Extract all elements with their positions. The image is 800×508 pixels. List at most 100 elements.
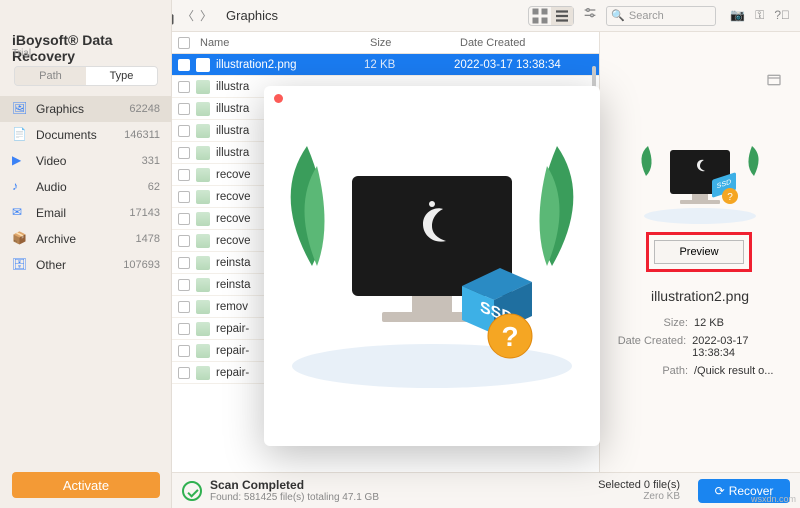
category-count: 1478 — [136, 233, 160, 245]
category-name: Email — [36, 206, 129, 220]
preview-title: illustration2.png — [600, 288, 800, 304]
select-all-checkbox[interactable] — [178, 37, 190, 49]
category-icon: 📄 — [12, 127, 28, 143]
table-row[interactable]: illustration2.png12 KB2022-03-17 13:38:3… — [172, 54, 599, 76]
help-icon[interactable]: ?⃝ — [774, 8, 790, 23]
category-name: Audio — [36, 180, 148, 194]
category-icon: ▶ — [12, 153, 28, 169]
row-checkbox[interactable] — [178, 301, 190, 313]
row-checkbox[interactable] — [178, 169, 190, 181]
nav-forward-icon[interactable]: 〉 — [200, 7, 212, 24]
file-thumb-icon — [196, 124, 210, 138]
category-icon: 📦 — [12, 231, 28, 247]
column-size[interactable]: Size — [370, 37, 460, 49]
file-thumb-icon — [196, 102, 210, 116]
sidebar-item-video[interactable]: ▶Video331 — [0, 148, 172, 174]
sidebar-item-archive[interactable]: 📦 Archive1478 — [0, 226, 172, 252]
status-title: Scan Completed — [210, 478, 379, 492]
app-title: iBoysoft® Data Recovery — [12, 32, 171, 64]
filter-icon[interactable] — [582, 6, 598, 25]
close-icon[interactable] — [274, 94, 283, 103]
status-detail: Found: 581425 file(s) totaling 47.1 GB — [210, 492, 379, 503]
category-count: 17143 — [129, 207, 160, 219]
row-checkbox[interactable] — [178, 235, 190, 247]
meta-path-label: Path: — [608, 365, 688, 377]
meta-path-value: /Quick result o... — [694, 365, 773, 377]
app-subtitle: Trial — [12, 48, 31, 59]
file-thumb-icon — [196, 278, 210, 292]
sidebar-item-email[interactable]: ✉ Email17143 — [0, 200, 172, 226]
activate-button[interactable]: Activate — [12, 472, 160, 498]
file-thumb-icon — [196, 366, 210, 380]
row-checkbox[interactable] — [178, 125, 190, 137]
grid-view-icon[interactable] — [529, 7, 551, 25]
row-checkbox[interactable] — [178, 279, 190, 291]
watermark: wsxdn.com — [751, 494, 796, 504]
preview-popup: SSD ? — [264, 86, 600, 446]
selected-count: Selected 0 file(s) — [598, 479, 680, 491]
camera-icon[interactable]: 📷 — [730, 8, 745, 23]
row-checkbox[interactable] — [178, 257, 190, 269]
row-checkbox[interactable] — [178, 59, 190, 71]
file-thumb-icon — [196, 80, 210, 94]
row-checkbox[interactable] — [178, 345, 190, 357]
sidebar-item-documents[interactable]: 📄 Documents146311 — [0, 122, 172, 148]
search-input[interactable]: 🔍 Search — [606, 6, 716, 26]
file-thumb-icon — [196, 256, 210, 270]
tab-path[interactable]: Path — [15, 67, 86, 85]
row-checkbox[interactable] — [178, 213, 190, 225]
category-count: 62 — [148, 181, 160, 193]
category-icon: ♪ — [12, 179, 28, 195]
preview-image: SSD ? — [282, 116, 582, 416]
row-checkbox[interactable] — [178, 81, 190, 93]
column-date[interactable]: Date Created — [460, 37, 599, 49]
sidebar-item-graphics[interactable]: 🖼 Graphics62248 — [0, 96, 172, 122]
category-count: 331 — [142, 155, 160, 167]
nav-back-icon[interactable]: 〈 — [182, 7, 194, 24]
key-icon[interactable]: ⚿ — [755, 8, 764, 23]
row-checkbox[interactable] — [178, 103, 190, 115]
check-icon — [182, 481, 202, 501]
preview-thumbnail: SSD? — [636, 136, 764, 226]
meta-size-value: 12 KB — [694, 317, 724, 329]
category-icon: ✉ — [12, 205, 28, 221]
category-icon: 🗄 — [12, 257, 28, 273]
row-checkbox[interactable] — [178, 147, 190, 159]
window-icon[interactable] — [766, 72, 782, 88]
tab-switch[interactable]: Path Type — [14, 66, 158, 86]
file-thumb-icon — [196, 190, 210, 204]
category-count: 146311 — [124, 129, 160, 141]
category-name: Documents — [36, 128, 124, 142]
toolbar: 〈 〉 Graphics 🔍 Search 📷 ⚿ ?⃝ — [172, 0, 800, 32]
column-name[interactable]: Name — [200, 37, 370, 49]
list-view-icon[interactable] — [551, 7, 573, 25]
file-thumb-icon — [196, 212, 210, 226]
file-thumb-icon — [196, 322, 210, 336]
refresh-icon: ⟳ — [715, 484, 725, 498]
view-toggle[interactable] — [528, 6, 574, 26]
category-name: Other — [36, 258, 123, 272]
file-thumb-icon — [196, 146, 210, 160]
row-checkbox[interactable] — [178, 191, 190, 203]
category-icon: 🖼 — [12, 101, 28, 117]
category-name: Graphics — [36, 102, 129, 116]
preview-metadata: Size:12 KB Date Created:2022-03-17 13:38… — [600, 314, 800, 380]
file-thumb-icon — [196, 300, 210, 314]
tab-type[interactable]: Type — [86, 67, 157, 85]
meta-date-label: Date Created: — [608, 335, 686, 359]
selected-size: Zero KB — [598, 491, 680, 502]
file-thumb-icon — [196, 58, 210, 72]
file-size: 12 KB — [364, 59, 454, 71]
row-checkbox[interactable] — [178, 323, 190, 335]
sidebar-item-other[interactable]: 🗄Other107693 — [0, 252, 172, 278]
file-date: 2022-03-17 13:38:34 — [454, 59, 599, 71]
row-checkbox[interactable] — [178, 367, 190, 379]
sidebar: iBoysoft® Data Recovery Trial Path Type … — [0, 0, 172, 508]
preview-button[interactable]: Preview — [654, 240, 744, 264]
file-thumb-icon — [196, 234, 210, 248]
category-count: 62248 — [129, 103, 160, 115]
sidebar-item-audio[interactable]: ♪ Audio62 — [0, 174, 172, 200]
category-name: Archive — [36, 232, 136, 246]
file-thumb-icon — [196, 344, 210, 358]
status-bar: Scan Completed Found: 581425 file(s) tot… — [172, 472, 800, 508]
